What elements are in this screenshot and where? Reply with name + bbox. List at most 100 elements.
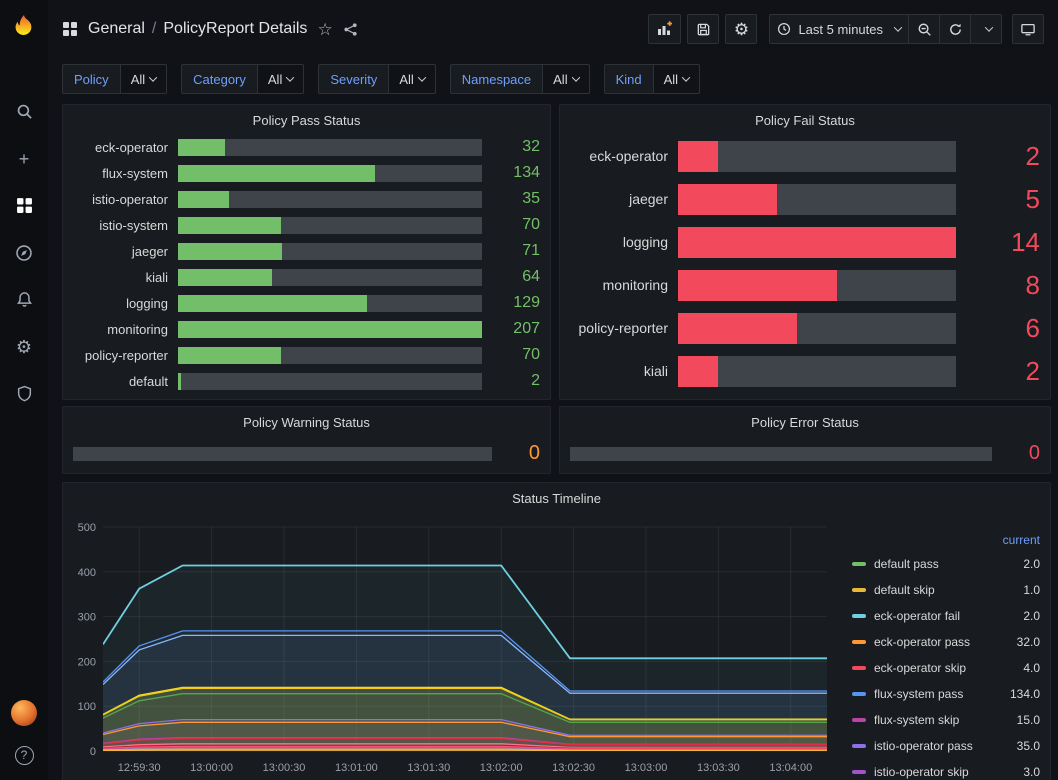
- apps-grid-icon: [62, 21, 78, 37]
- gauge-track: [178, 269, 482, 286]
- y-axis-tick: 200: [78, 656, 96, 668]
- add-panel-button[interactable]: [648, 14, 681, 44]
- x-axis-tick: 13:03:00: [625, 762, 668, 774]
- user-avatar[interactable]: [11, 700, 37, 726]
- gauge-fill: [178, 321, 482, 338]
- filter-value-dropdown[interactable]: All: [257, 64, 304, 94]
- filter-value-dropdown[interactable]: All: [542, 64, 589, 94]
- grafana-logo[interactable]: [0, 0, 48, 52]
- gear-icon: ⚙: [16, 338, 32, 356]
- legend-swatch: [852, 562, 866, 566]
- legend-item[interactable]: eck-operator pass32.0: [852, 629, 1040, 655]
- legend-current-value: 2.0: [1023, 557, 1040, 571]
- error-value: 0: [1000, 442, 1040, 465]
- gauge-label: monitoring: [570, 277, 668, 293]
- legend-header-current[interactable]: current: [852, 529, 1040, 551]
- filter-policy: PolicyAll: [62, 64, 167, 94]
- gauge-row: flux-system134: [73, 163, 540, 183]
- legend-item[interactable]: default skip1.0: [852, 577, 1040, 603]
- sidebar-nav: + ⚙: [0, 88, 48, 417]
- sidebar-item-search[interactable]: [0, 88, 48, 135]
- refresh-button[interactable]: [939, 14, 971, 44]
- sidebar-item-explore[interactable]: [0, 229, 48, 276]
- gauge-row: kiali2: [570, 354, 1040, 388]
- legend-item[interactable]: istio-operator skip3.0: [852, 759, 1040, 780]
- gauge-value: 6: [966, 313, 1040, 344]
- legend-series-name[interactable]: istio-operator pass: [874, 739, 1017, 753]
- y-axis-tick: 500: [78, 522, 96, 534]
- filter-label[interactable]: Policy: [62, 64, 121, 94]
- gear-icon: ⚙: [734, 21, 749, 38]
- sidebar-item-configuration[interactable]: ⚙: [0, 323, 48, 370]
- gauge-row: eck-operator32: [73, 137, 540, 157]
- legend-item[interactable]: istio-operator pass35.0: [852, 733, 1040, 759]
- filter-value-dropdown[interactable]: All: [653, 64, 700, 94]
- legend-current-value: 3.0: [1023, 765, 1040, 779]
- panel-title[interactable]: Policy Fail Status: [560, 105, 1050, 135]
- filter-value-dropdown[interactable]: All: [388, 64, 435, 94]
- filter-value-dropdown[interactable]: All: [120, 64, 167, 94]
- legend-series-name[interactable]: eck-operator fail: [874, 609, 1023, 623]
- legend-series-name[interactable]: default pass: [874, 557, 1023, 571]
- gauge-row: policy-reporter 70: [73, 345, 540, 365]
- filter-label[interactable]: Kind: [604, 64, 654, 94]
- legend-series-name[interactable]: istio-operator skip: [874, 765, 1023, 779]
- timeline-legend: current default pass2.0default skip1.0ec…: [852, 529, 1040, 780]
- filter-label[interactable]: Category: [181, 64, 258, 94]
- filter-label[interactable]: Severity: [318, 64, 389, 94]
- panel-title[interactable]: Status Timeline: [63, 483, 1050, 513]
- filter-row: PolicyAllCategoryAllSeverityAllNamespace…: [62, 64, 700, 94]
- sidebar-item-alerting[interactable]: [0, 276, 48, 323]
- legend-item[interactable]: flux-system skip15.0: [852, 707, 1040, 733]
- panel-title[interactable]: Policy Warning Status: [63, 407, 550, 437]
- legend-item[interactable]: eck-operator fail2.0: [852, 603, 1040, 629]
- panel-title[interactable]: Policy Error Status: [560, 407, 1050, 437]
- save-dashboard-button[interactable]: [687, 14, 719, 44]
- timeline-series-default-skip: [103, 750, 827, 751]
- legend-series-name[interactable]: eck-operator skip: [874, 661, 1023, 675]
- sidebar-item-server-admin[interactable]: [0, 370, 48, 417]
- legend-swatch: [852, 614, 866, 618]
- gauge-fill: [678, 141, 718, 172]
- sidebar-item-help[interactable]: ?: [0, 736, 48, 774]
- dashboard-grid-icon-button[interactable]: [62, 21, 78, 37]
- tv-mode-button[interactable]: [1012, 14, 1044, 44]
- legend-item[interactable]: eck-operator skip4.0: [852, 655, 1040, 681]
- gauge-track: [678, 141, 956, 172]
- gauge-value: 35: [492, 190, 540, 208]
- panel-policy-pass-status: Policy Pass Status eck-operator32 flux-sy…: [62, 104, 551, 400]
- grafana-dashboard: + ⚙ ?: [0, 0, 1058, 780]
- sidebar-item-dashboards[interactable]: [0, 182, 48, 229]
- legend-series-name[interactable]: flux-system pass: [874, 687, 1010, 701]
- dashboard-settings-button[interactable]: ⚙: [725, 14, 757, 44]
- grafana-flame-icon: [11, 13, 37, 39]
- breadcrumb-folder[interactable]: General: [88, 20, 145, 38]
- error-gauge-row: 0: [560, 437, 1050, 465]
- fail-bar-gauge: eck-operator2jaeger5logging14monitoring8…: [560, 135, 1050, 396]
- dashboard-header: General / PolicyReport Details ☆ ⚙ Last …: [48, 0, 1058, 58]
- gauge-track: [678, 227, 956, 258]
- legend-swatch: [852, 744, 866, 748]
- legend-series-name[interactable]: flux-system skip: [874, 713, 1017, 727]
- time-range-button[interactable]: Last 5 minutes: [769, 14, 909, 44]
- panel-title[interactable]: Policy Pass Status: [63, 105, 550, 135]
- timeline-chart[interactable]: 010020030040050012:59:3013:00:0013:00:30…: [67, 515, 835, 779]
- zoom-out-button[interactable]: [908, 14, 940, 44]
- filter-label[interactable]: Namespace: [450, 64, 543, 94]
- sidebar-item-create[interactable]: +: [0, 135, 48, 182]
- clock-icon: [777, 22, 791, 36]
- legend-item[interactable]: default pass2.0: [852, 551, 1040, 577]
- share-icon[interactable]: [343, 22, 358, 37]
- star-icon[interactable]: ☆: [317, 21, 332, 38]
- refresh-interval-dropdown[interactable]: [970, 14, 1002, 44]
- legend-item[interactable]: flux-system pass134.0: [852, 681, 1040, 707]
- gauge-fill: [678, 313, 797, 344]
- gauge-label: policy-reporter: [73, 348, 168, 363]
- filter-category: CategoryAll: [181, 64, 304, 94]
- gauge-value: 70: [492, 346, 540, 364]
- gauge-track: [570, 447, 992, 461]
- legend-series-name[interactable]: default skip: [874, 583, 1023, 597]
- x-axis-tick: 13:00:30: [263, 762, 306, 774]
- legend-series-name[interactable]: eck-operator pass: [874, 635, 1017, 649]
- gauge-label: logging: [73, 296, 168, 311]
